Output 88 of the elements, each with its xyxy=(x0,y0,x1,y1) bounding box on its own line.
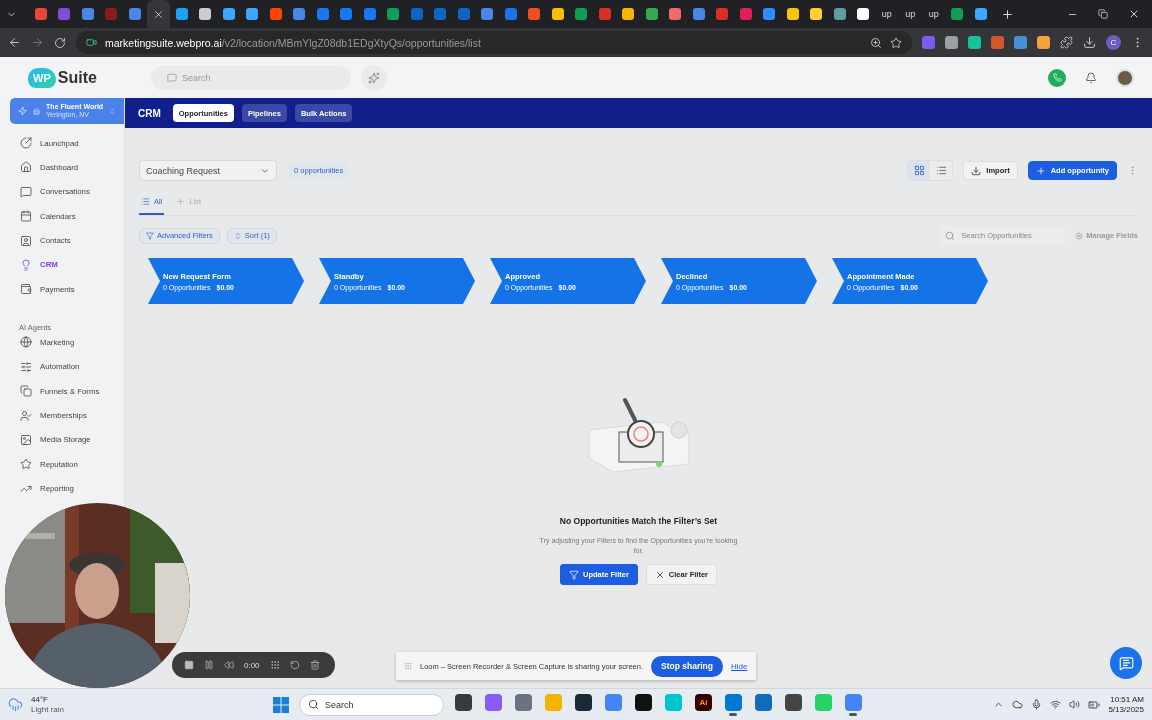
lightning-icon xyxy=(18,105,28,117)
pause-icon[interactable] xyxy=(204,660,214,670)
url-text: marketingsuite.webpro.ai/v2/location/MBmYlgZ08db1EDgXtyQs/opportunities/list xyxy=(105,36,481,49)
grid-icon xyxy=(913,165,925,176)
module-title: CRM xyxy=(138,107,161,119)
chat-icon xyxy=(20,185,32,198)
user-avatar[interactable] xyxy=(1116,68,1134,87)
logo-text: Suite xyxy=(57,68,97,87)
star-icon xyxy=(20,458,32,471)
close-icon xyxy=(654,569,665,580)
tab-label: up xyxy=(881,9,892,19)
back-icon[interactable] xyxy=(8,36,21,49)
calendar-icon xyxy=(20,210,32,223)
start-icon[interactable] xyxy=(271,695,290,714)
wallet-icon xyxy=(20,283,32,296)
sliders-icon xyxy=(20,360,32,373)
cloud-icon[interactable] xyxy=(1012,699,1024,710)
board-view-button[interactable] xyxy=(908,161,931,180)
chat-button[interactable] xyxy=(1110,647,1142,679)
taskbar-search[interactable]: Search xyxy=(298,693,444,716)
contact-card-icon xyxy=(20,234,32,247)
weather-condition: Light rain xyxy=(31,704,64,714)
reload-icon[interactable] xyxy=(54,36,66,49)
call-button[interactable] xyxy=(1048,68,1066,87)
extensions-icon[interactable] xyxy=(1060,36,1073,49)
taskbar-app-icon[interactable] xyxy=(722,691,744,718)
filter-icon xyxy=(569,569,579,580)
lightbulb-icon xyxy=(20,258,32,271)
zoom-icon[interactable] xyxy=(870,36,882,49)
building-icon xyxy=(33,106,41,116)
plus-icon xyxy=(1035,165,1046,176)
image-icon xyxy=(20,433,32,446)
temperature: 44°F xyxy=(31,695,49,705)
extension-icon[interactable] xyxy=(945,36,958,49)
clock[interactable]: 10:51 AM 5/13/2025 xyxy=(1108,694,1144,715)
profile-avatar[interactable]: C xyxy=(1106,35,1121,50)
hide-link[interactable]: Hide xyxy=(731,661,748,671)
rewind-icon[interactable] xyxy=(224,660,234,670)
home-icon xyxy=(20,161,32,174)
logo-mark: WP xyxy=(28,67,56,88)
chat-icon xyxy=(1118,655,1134,671)
copy-icon xyxy=(20,385,32,398)
battery-icon[interactable] xyxy=(1088,698,1101,711)
bookmark-star-icon[interactable] xyxy=(890,36,902,49)
extension-icon[interactable] xyxy=(968,36,981,49)
grip-icon xyxy=(404,662,412,670)
extension-icon[interactable] xyxy=(1037,36,1050,49)
microphone-icon[interactable] xyxy=(1031,699,1043,710)
user-check-icon xyxy=(20,409,32,422)
list-view-button[interactable] xyxy=(930,161,953,180)
camera-icon xyxy=(86,37,97,48)
grip-icon[interactable] xyxy=(269,660,280,670)
launch-icon xyxy=(20,137,32,149)
forward-icon[interactable] xyxy=(31,36,44,49)
pipeline-select[interactable]: Coaching Request xyxy=(139,160,277,181)
filter-icon xyxy=(146,231,154,240)
browser-tab[interactable]: up xyxy=(922,0,946,28)
address-bar[interactable]: marketingsuite.webpro.ai/v2/location/MBmYlgZ08db1EDgXtyQs/opportunities/list xyxy=(76,31,912,54)
chevron-icon xyxy=(109,106,116,116)
phone-icon xyxy=(1052,73,1062,82)
new-tab-icon[interactable] xyxy=(1000,7,1014,21)
gear-icon xyxy=(1075,231,1084,240)
tab-label: up xyxy=(928,9,939,19)
globe-icon xyxy=(20,336,32,349)
taskbar-app-icon[interactable] xyxy=(842,691,864,718)
browser-tab[interactable]: up xyxy=(875,0,899,28)
stop-sharing-button[interactable]: Stop sharing xyxy=(651,655,723,677)
list-icon xyxy=(935,165,947,176)
restore-icon[interactable] xyxy=(1098,9,1108,19)
stop-icon[interactable] xyxy=(184,660,194,670)
close-icon xyxy=(152,8,164,20)
download-icon xyxy=(971,165,982,176)
volume-icon[interactable] xyxy=(1069,699,1081,710)
bell-icon xyxy=(1085,71,1097,84)
download-icon[interactable] xyxy=(1083,36,1096,49)
tab-label: up xyxy=(905,9,916,19)
weather-icon xyxy=(8,697,23,712)
sort-icon xyxy=(233,231,242,240)
list-icon xyxy=(141,197,150,206)
recording-time: 0:00 xyxy=(244,660,260,670)
browser-tab[interactable]: up xyxy=(898,0,922,28)
restart-icon[interactable] xyxy=(289,660,300,670)
wifi-icon[interactable] xyxy=(1050,699,1062,710)
plus-icon xyxy=(176,197,186,206)
sparkle-icon xyxy=(368,71,380,84)
close-icon[interactable] xyxy=(1128,8,1140,20)
empty-title: No Opportunities Match the Filter’s Set xyxy=(559,516,718,526)
trash-icon[interactable] xyxy=(309,660,320,670)
